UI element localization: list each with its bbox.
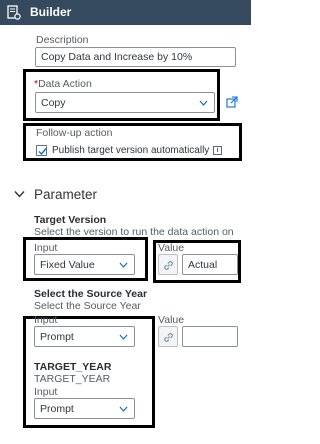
chevron-down-icon xyxy=(119,406,128,412)
link-icon xyxy=(164,261,173,270)
chevron-down-icon xyxy=(199,100,208,106)
followup-label: Follow-up action xyxy=(36,127,113,139)
data-action-select[interactable]: Copy xyxy=(35,92,215,113)
target-version-input-label: Input xyxy=(34,242,58,254)
chevron-down-icon xyxy=(119,262,128,268)
source-year-help: Select the Source Year xyxy=(34,300,141,312)
source-year-title: Select the Source Year xyxy=(34,288,148,300)
description-label: Description xyxy=(36,34,89,46)
link-icon xyxy=(164,333,173,342)
data-action-label-text: Data Action xyxy=(38,78,92,90)
chevron-down-icon[interactable] xyxy=(14,190,25,198)
target-version-input-value: Fixed Value xyxy=(40,258,95,271)
target-version-input-select[interactable]: Fixed Value xyxy=(34,254,135,275)
target-year-input-value: Prompt xyxy=(40,402,74,415)
document-settings-icon xyxy=(7,5,21,20)
info-icon[interactable]: i xyxy=(213,146,222,155)
parameter-section-title[interactable]: Parameter xyxy=(34,187,97,203)
checkmark-icon xyxy=(38,148,47,156)
publish-checkbox[interactable] xyxy=(36,145,47,156)
data-action-value: Copy xyxy=(41,96,66,109)
source-year-link-button[interactable] xyxy=(158,326,178,347)
target-version-link-button[interactable] xyxy=(158,254,178,275)
target-year-input-select[interactable]: Prompt xyxy=(34,398,135,419)
data-action-label: *Data Action xyxy=(34,78,92,90)
target-version-value-input[interactable]: Actual xyxy=(182,254,238,275)
target-year-input-label: Input xyxy=(34,386,58,398)
source-year-input-select[interactable]: Prompt xyxy=(34,326,135,347)
source-year-value-label: Value xyxy=(158,314,185,326)
target-version-title: Target Version xyxy=(34,214,107,226)
source-year-value-input[interactable] xyxy=(182,326,238,347)
target-version-value: Actual xyxy=(188,258,218,271)
description-value: Copy Data and Increase by 10% xyxy=(41,51,193,63)
target-year-subtitle: TARGET_YEAR xyxy=(34,373,111,385)
target-version-value-label: Value xyxy=(158,242,185,254)
open-external-icon[interactable] xyxy=(226,96,238,108)
description-input[interactable]: Copy Data and Increase by 10% xyxy=(35,47,236,67)
publish-label: Publish target version automatically xyxy=(52,145,210,156)
target-year-title: TARGET_YEAR xyxy=(34,361,112,373)
chevron-down-icon xyxy=(119,334,128,340)
source-year-input-label: Input xyxy=(34,314,58,326)
panel-title: Builder xyxy=(30,5,72,19)
source-year-input-value: Prompt xyxy=(40,330,74,343)
